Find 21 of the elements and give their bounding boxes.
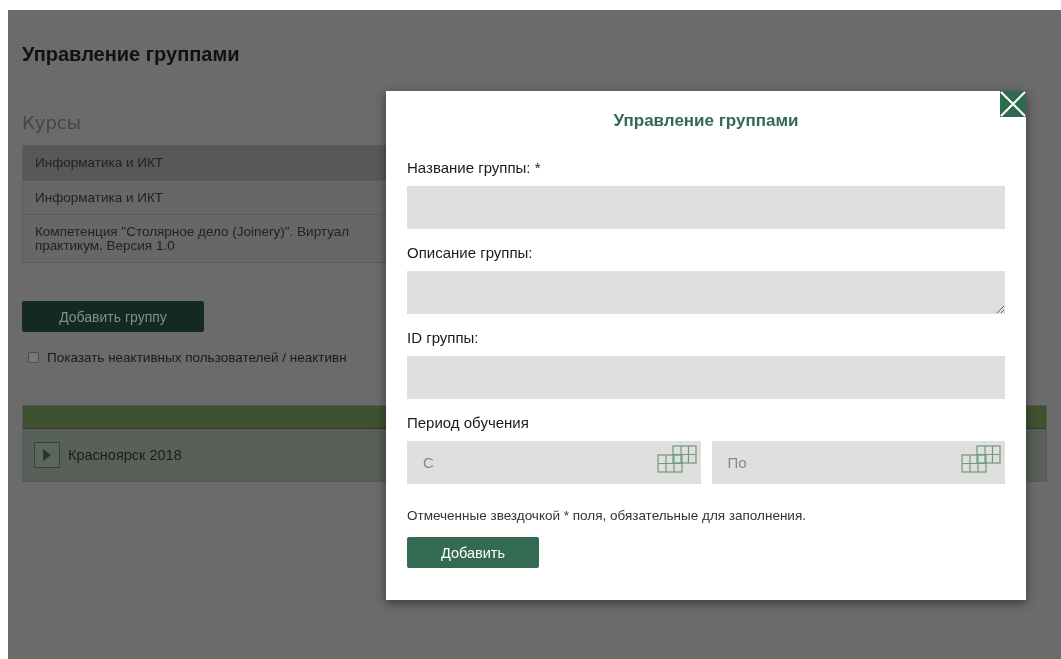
date-field[interactable]: С: [407, 441, 701, 484]
field-label: ID группы:: [407, 329, 480, 346]
add-button[interactable]: Добавить: [407, 537, 539, 568]
calendar-icon[interactable]: [656, 445, 697, 473]
required-note: Отмеченные звездочкой * поля, обязательные для заполнения.: [407, 508, 807, 523]
close-icon[interactable]: [1000, 91, 1026, 117]
field-label: Название группы: *: [407, 159, 542, 176]
page-title: Управление группами: [22, 43, 241, 66]
field-label: Описание группы:: [407, 244, 534, 261]
calendar-icon[interactable]: [961, 445, 1001, 473]
expand-toggle[interactable]: [34, 442, 60, 468]
group-name: Красноярск 2018: [68, 447, 182, 463]
input-field[interactable]: [407, 356, 1005, 399]
field-label: Период обучения: [407, 414, 530, 431]
date-field[interactable]: По: [711, 441, 1005, 484]
dialog-title: Управление группами: [612, 111, 800, 131]
add-group-button[interactable]: Добавить группу: [22, 301, 204, 332]
triangle-icon: [42, 449, 52, 461]
checkbox-label: Показать неактивных пользователей / неактивн: [47, 350, 347, 365]
checkbox[interactable]: [28, 352, 39, 363]
input-field[interactable]: [407, 186, 1005, 229]
